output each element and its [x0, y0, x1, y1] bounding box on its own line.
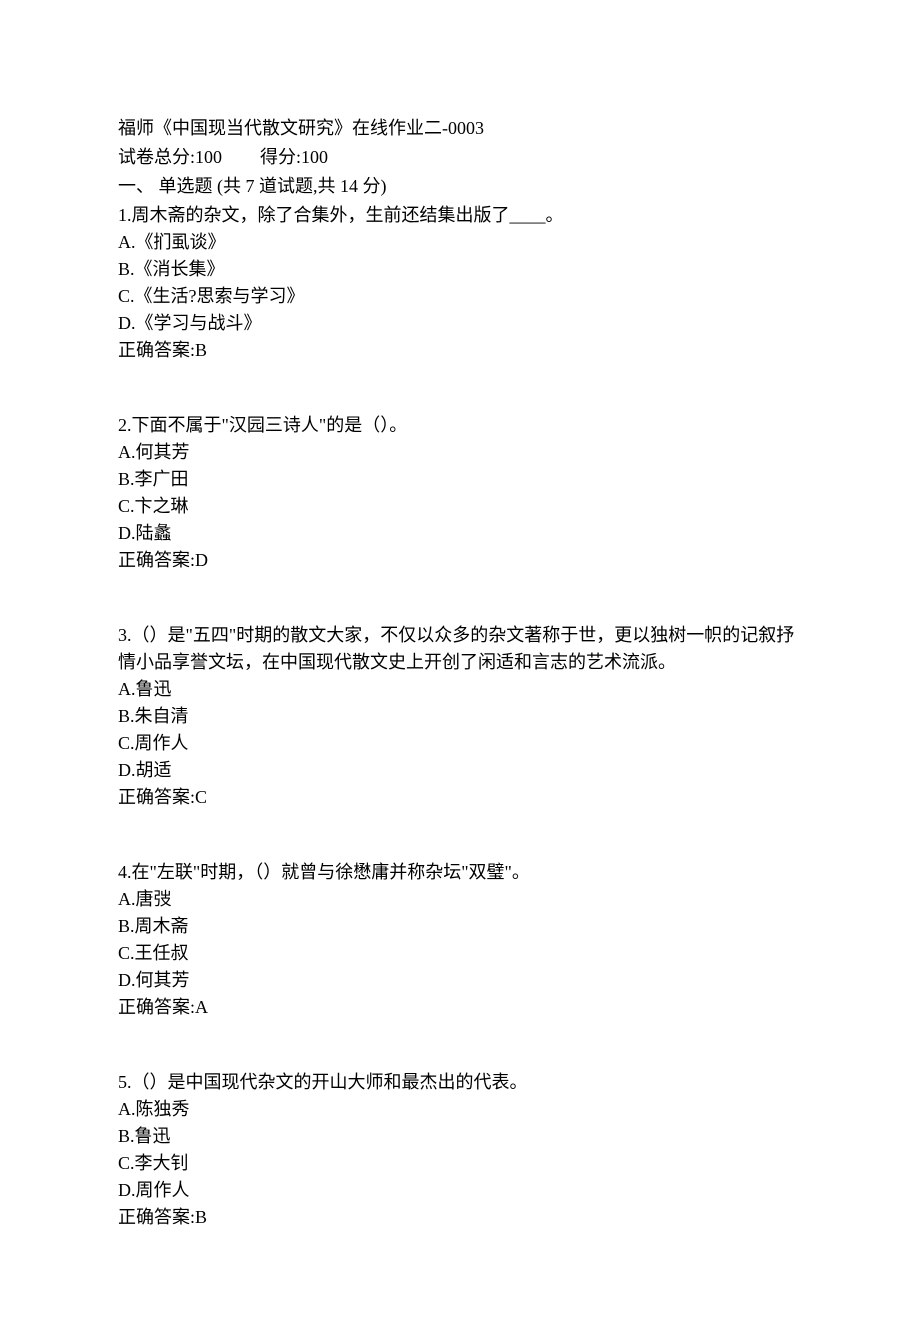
page-title: 福师《中国现当代散文研究》在线作业二-0003 — [118, 115, 802, 142]
total-score-label: 试卷总分:100 — [118, 147, 222, 167]
question-option: B.朱自清 — [118, 703, 802, 730]
question-option: B.《消长集》 — [118, 256, 802, 283]
question-block: 3.（）是"五四"时期的散文大家，不仅以众多的杂文著称于世，更以独树一帜的记叙抒… — [118, 622, 802, 811]
question-block: 2.下面不属于"汉园三诗人"的是（）。 A.何其芳 B.李广田 C.卞之琳 D.… — [118, 412, 802, 574]
question-option: D.何其芳 — [118, 967, 802, 994]
score-line: 试卷总分:100 得分:100 — [118, 144, 802, 171]
correct-answer: 正确答案:A — [118, 994, 802, 1021]
correct-answer: 正确答案:C — [118, 784, 802, 811]
question-option: C.《生活?思索与学习》 — [118, 283, 802, 310]
section-title: 一、 单选题 (共 7 道试题,共 14 分) — [118, 173, 802, 200]
question-text: 1.周木斋的杂文，除了合集外，生前还结集出版了____。 — [118, 202, 802, 229]
correct-answer: 正确答案:D — [118, 547, 802, 574]
question-option: B.周木斋 — [118, 913, 802, 940]
question-option: A.何其芳 — [118, 439, 802, 466]
question-option: B.鲁迅 — [118, 1123, 802, 1150]
question-text: 4.在"左联"时期，（）就曾与徐懋庸并称杂坛"双璧"。 — [118, 859, 802, 886]
obtained-score-label: 得分:100 — [260, 147, 328, 167]
question-block: 5.（）是中国现代杂文的开山大师和最杰出的代表。 A.陈独秀 B.鲁迅 C.李大… — [118, 1069, 802, 1231]
question-option: C.李大钊 — [118, 1150, 802, 1177]
question-option: D.陆蠡 — [118, 520, 802, 547]
question-option: A.《扪虱谈》 — [118, 229, 802, 256]
question-option: A.陈独秀 — [118, 1096, 802, 1123]
question-text: 3.（）是"五四"时期的散文大家，不仅以众多的杂文著称于世，更以独树一帜的记叙抒… — [118, 622, 802, 676]
question-text: 2.下面不属于"汉园三诗人"的是（）。 — [118, 412, 802, 439]
question-block: 4.在"左联"时期，（）就曾与徐懋庸并称杂坛"双璧"。 A.唐弢 B.周木斋 C… — [118, 859, 802, 1021]
question-option: C.周作人 — [118, 730, 802, 757]
question-option: D.《学习与战斗》 — [118, 310, 802, 337]
question-option: D.胡适 — [118, 757, 802, 784]
question-option: C.王任叔 — [118, 940, 802, 967]
question-option: B.李广田 — [118, 466, 802, 493]
correct-answer: 正确答案:B — [118, 1204, 802, 1231]
correct-answer: 正确答案:B — [118, 337, 802, 364]
question-option: D.周作人 — [118, 1177, 802, 1204]
question-option: C.卞之琳 — [118, 493, 802, 520]
question-option: A.唐弢 — [118, 886, 802, 913]
question-option: A.鲁迅 — [118, 676, 802, 703]
question-block: 1.周木斋的杂文，除了合集外，生前还结集出版了____。 A.《扪虱谈》 B.《… — [118, 202, 802, 364]
question-text: 5.（）是中国现代杂文的开山大师和最杰出的代表。 — [118, 1069, 802, 1096]
